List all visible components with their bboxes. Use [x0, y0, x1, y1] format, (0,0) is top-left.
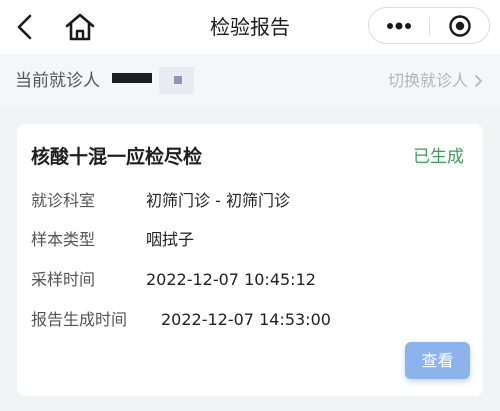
home-button[interactable] — [62, 9, 98, 45]
sample-type-value: 咽拭子 — [146, 230, 195, 249]
switch-patient-label: 切换就诊人 — [387, 71, 468, 90]
report-card[interactable]: 核酸十混一应检尽检 已生成 就诊科室 初筛门诊 - 初筛门诊 样本类型 咽拭子 … — [17, 124, 483, 396]
department-value: 初筛门诊 - 初筛门诊 — [146, 191, 290, 210]
switch-patient-link[interactable]: 切换就诊人 — [388, 69, 483, 93]
mini-program-capsule — [368, 7, 490, 44]
close-mini-program-button[interactable] — [430, 8, 490, 43]
chevron-right-icon — [475, 75, 482, 87]
view-report-button[interactable]: 查看 — [405, 342, 470, 379]
sample-type-label: 样本类型 — [31, 230, 96, 249]
page-title: 检验报告 — [210, 15, 290, 39]
home-icon — [65, 13, 95, 41]
current-patient-bar: 当前就诊人 切换就诊人 — [0, 54, 500, 108]
current-patient-label: 当前就诊人 — [15, 71, 100, 91]
sampling-time-value: 2022-12-07 10:45:12 — [146, 270, 316, 289]
report-time-label: 报告生成时间 — [31, 310, 128, 329]
target-circle-icon — [449, 14, 471, 37]
patient-tag-mark — [174, 76, 182, 84]
patient-tag-redacted — [159, 67, 194, 94]
navigation-bar: 检验报告 — [0, 0, 500, 54]
report-status-badge: 已生成 — [413, 147, 464, 167]
chevron-left-icon — [17, 14, 32, 40]
report-time-value: 2022-12-07 14:53:00 — [161, 310, 331, 329]
patient-name-redacted — [112, 73, 152, 83]
more-dots-icon — [387, 22, 411, 29]
report-title: 核酸十混一应检尽检 — [31, 146, 203, 168]
department-label: 就诊科室 — [31, 191, 96, 210]
back-button[interactable] — [8, 10, 42, 44]
more-button[interactable] — [369, 8, 429, 43]
sampling-time-label: 采样时间 — [31, 270, 96, 289]
